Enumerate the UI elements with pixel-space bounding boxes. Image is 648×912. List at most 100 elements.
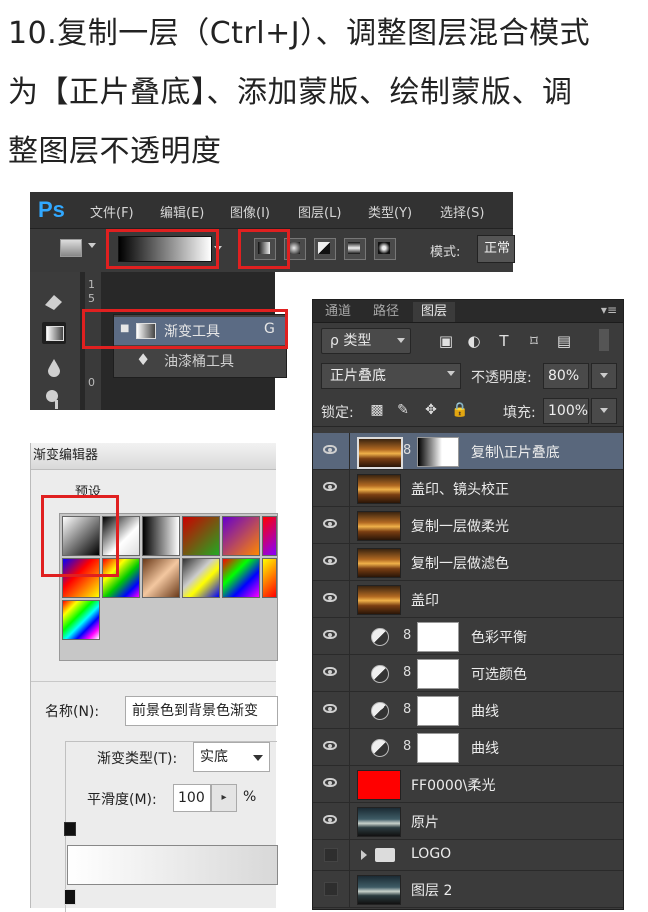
tab-channels[interactable]: 通道 bbox=[317, 302, 359, 322]
dodge-tool-icon[interactable] bbox=[42, 388, 66, 410]
gradient-tool-preset-icon[interactable] bbox=[60, 239, 82, 257]
link-icon[interactable]: 8 bbox=[403, 739, 411, 754]
layer-row[interactable]: 8 复制\正片叠底 bbox=[313, 433, 623, 470]
gradient-tool-icon[interactable] bbox=[42, 322, 66, 344]
layer-name: 复制\正片叠底 bbox=[471, 445, 560, 461]
layer-row[interactable]: 盖印 bbox=[313, 581, 623, 618]
blur-tool-icon[interactable] bbox=[42, 356, 66, 378]
visibility-off-icon[interactable] bbox=[324, 882, 338, 896]
divider bbox=[31, 681, 276, 682]
preset-swatch[interactable] bbox=[142, 558, 180, 598]
tab-layers[interactable]: 图层 bbox=[413, 302, 456, 322]
layer-name: 原片 bbox=[411, 815, 439, 831]
preset-swatch[interactable] bbox=[142, 516, 180, 556]
eye-icon[interactable] bbox=[323, 630, 337, 639]
reflected-gradient-button[interactable] bbox=[344, 238, 366, 260]
panel-menu-icon[interactable]: ▾≡ bbox=[601, 303, 617, 317]
tab-paths[interactable]: 路径 bbox=[365, 302, 407, 322]
link-icon[interactable]: 8 bbox=[403, 702, 411, 717]
layer-row[interactable]: 8 色彩平衡 bbox=[313, 618, 623, 655]
layer-row[interactable]: 复制一层做滤色 bbox=[313, 544, 623, 581]
mode-select[interactable]: 正常 bbox=[477, 235, 515, 263]
smoothness-stepper[interactable]: ▸ bbox=[211, 784, 237, 812]
preset-swatch[interactable] bbox=[62, 600, 100, 640]
eye-icon[interactable] bbox=[323, 482, 337, 491]
link-icon[interactable]: 8 bbox=[403, 628, 411, 643]
preset-swatch[interactable] bbox=[182, 558, 220, 598]
eraser-tool-icon[interactable] bbox=[42, 290, 66, 312]
fill-slider-button[interactable] bbox=[591, 398, 617, 424]
fill-input[interactable]: 100% bbox=[543, 398, 589, 424]
lock-position-icon[interactable]: ✥ bbox=[423, 402, 439, 418]
opacity-input[interactable]: 80% bbox=[543, 363, 589, 389]
layer-name: 图层 2 bbox=[411, 883, 453, 899]
link-icon[interactable]: 8 bbox=[403, 665, 411, 680]
layer-row[interactable]: 原片 bbox=[313, 803, 623, 840]
link-icon[interactable]: 8 bbox=[403, 443, 411, 458]
layer-name: 可选颜色 bbox=[471, 667, 527, 683]
adjustment-filter-icon[interactable]: ◐ bbox=[465, 332, 483, 350]
eye-icon[interactable] bbox=[323, 593, 337, 602]
preset-swatch[interactable] bbox=[182, 516, 220, 556]
diamond-gradient-button[interactable] bbox=[374, 238, 396, 260]
chevron-down-icon bbox=[253, 755, 263, 761]
eye-icon[interactable] bbox=[323, 778, 337, 787]
menu-file[interactable]: 文件(F) bbox=[90, 202, 134, 221]
layer-row[interactable]: FF0000\柔光 bbox=[313, 766, 623, 803]
preset-swatch[interactable] bbox=[262, 516, 277, 556]
layer-name: 盖印、镜头校正 bbox=[411, 482, 509, 498]
lock-all-icon[interactable]: 🔒 bbox=[451, 402, 468, 418]
type-filter-icon[interactable]: T bbox=[495, 332, 513, 350]
shape-filter-icon[interactable]: ⌑ bbox=[525, 332, 543, 350]
layer-thumbnail bbox=[357, 585, 401, 615]
opacity-slider-button[interactable] bbox=[591, 363, 617, 389]
layer-row[interactable]: 盖印、镜头校正 bbox=[313, 470, 623, 507]
eye-icon[interactable] bbox=[323, 741, 337, 750]
preset-swatch[interactable] bbox=[262, 558, 277, 598]
smart-object-filter-icon[interactable]: ▤ bbox=[555, 332, 573, 350]
layer-name: 盖印 bbox=[411, 593, 439, 609]
gradient-name-input[interactable]: 前景色到背景色渐变 bbox=[125, 696, 278, 726]
preset-swatch[interactable] bbox=[222, 558, 260, 598]
layer-row[interactable]: 8 曲线 bbox=[313, 729, 623, 766]
eye-icon[interactable] bbox=[323, 815, 337, 824]
menu-edit[interactable]: 编辑(E) bbox=[160, 202, 204, 221]
eye-icon[interactable] bbox=[323, 556, 337, 565]
pixel-filter-icon[interactable]: ▣ bbox=[437, 332, 455, 350]
layer-name: 曲线 bbox=[471, 741, 499, 757]
layer-mask-thumbnail[interactable] bbox=[417, 733, 459, 763]
menu-layer[interactable]: 图层(L) bbox=[298, 202, 341, 221]
menu-select[interactable]: 选择(S) bbox=[440, 202, 484, 221]
layer-name: 复制一层做滤色 bbox=[411, 556, 509, 572]
expand-arrow-icon[interactable] bbox=[361, 850, 367, 860]
menu-type[interactable]: 类型(Y) bbox=[368, 202, 412, 221]
adjustment-layer-icon bbox=[371, 739, 389, 757]
smoothness-input[interactable]: 100 bbox=[173, 784, 211, 812]
visibility-off-icon[interactable] bbox=[324, 848, 338, 862]
lock-transparency-icon[interactable]: ▩ bbox=[369, 402, 385, 418]
eye-icon[interactable] bbox=[323, 519, 337, 528]
layer-group-row[interactable]: LOGO bbox=[313, 840, 623, 871]
layer-mask-thumbnail[interactable] bbox=[417, 696, 459, 726]
layer-mask-thumbnail[interactable] bbox=[417, 659, 459, 689]
lock-image-icon[interactable]: ✎ bbox=[395, 402, 411, 418]
gradient-bar[interactable] bbox=[67, 845, 278, 885]
eye-icon[interactable] bbox=[323, 445, 337, 454]
layer-row[interactable]: 8 曲线 bbox=[313, 692, 623, 729]
layer-mask-thumbnail[interactable] bbox=[417, 622, 459, 652]
blend-mode-select[interactable]: 正片叠底 bbox=[321, 363, 461, 389]
layer-row[interactable]: 图层 2 bbox=[313, 871, 623, 908]
eye-icon[interactable] bbox=[323, 704, 337, 713]
eye-icon[interactable] bbox=[323, 667, 337, 676]
layer-row[interactable]: 复制一层做柔光 bbox=[313, 507, 623, 544]
color-stop[interactable] bbox=[64, 889, 76, 905]
menu-image[interactable]: 图像(I) bbox=[230, 202, 270, 221]
angle-gradient-button[interactable] bbox=[314, 238, 336, 260]
opacity-stop[interactable] bbox=[64, 822, 76, 836]
layer-mask-thumbnail[interactable] bbox=[417, 437, 459, 467]
flyout-item-paint-bucket[interactable]: ♦ 油漆桶工具 bbox=[114, 347, 286, 375]
chevron-down-icon[interactable] bbox=[88, 243, 96, 248]
preset-swatch[interactable] bbox=[222, 516, 260, 556]
layer-row[interactable]: 8 可选颜色 bbox=[313, 655, 623, 692]
filter-toggle-icon[interactable] bbox=[599, 329, 609, 351]
